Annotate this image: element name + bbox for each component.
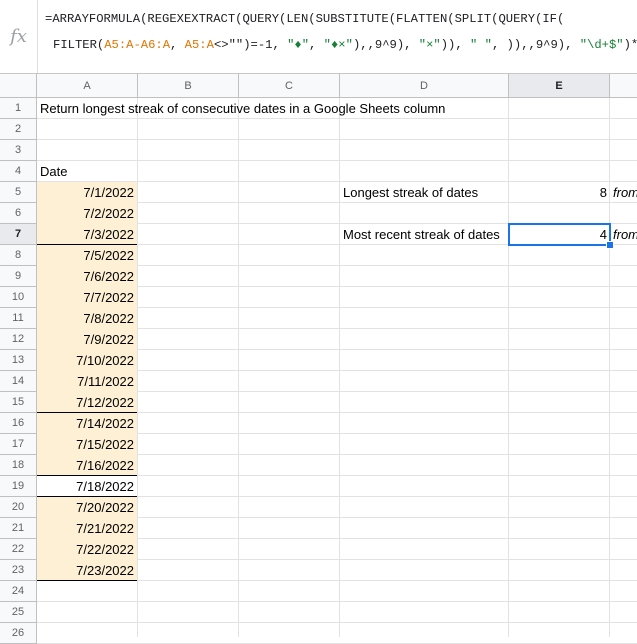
- cell-a4-date-header[interactable]: Date: [37, 161, 138, 182]
- grid-vline: [339, 98, 340, 637]
- cell-e7-recent-value[interactable]: 4: [509, 224, 610, 245]
- column-header-a[interactable]: A: [37, 74, 138, 98]
- row-header-22[interactable]: 22: [0, 539, 37, 560]
- row-header-21[interactable]: 21: [0, 518, 37, 539]
- column-header-f[interactable]: [610, 74, 637, 98]
- column-header-e[interactable]: E: [509, 74, 610, 98]
- row-header-24[interactable]: 24: [0, 581, 37, 602]
- column-header-c[interactable]: C: [239, 74, 340, 98]
- cell-d7-recent-label[interactable]: Most recent streak of dates: [340, 224, 503, 245]
- row-header-10[interactable]: 10: [0, 287, 37, 308]
- date-cell[interactable]: 7/9/2022: [37, 329, 137, 350]
- row-header-25[interactable]: 25: [0, 602, 37, 623]
- row-header-19[interactable]: 19: [0, 476, 37, 497]
- row-header-20[interactable]: 20: [0, 497, 37, 518]
- date-cell[interactable]: 7/16/2022: [37, 455, 137, 476]
- row-header-18[interactable]: 18: [0, 455, 37, 476]
- row-header-4[interactable]: 4: [0, 161, 37, 182]
- date-cell[interactable]: 7/12/2022: [37, 392, 137, 413]
- row-header-2[interactable]: 2: [0, 119, 37, 140]
- date-cell[interactable]: 7/1/2022: [37, 182, 137, 203]
- grid-vline: [609, 98, 610, 637]
- row-header-16[interactable]: 16: [0, 413, 37, 434]
- column-header-b[interactable]: B: [138, 74, 239, 98]
- grid-hline: [37, 139, 637, 140]
- date-cell[interactable]: 7/20/2022: [37, 497, 137, 518]
- date-cell[interactable]: 7/7/2022: [37, 287, 137, 308]
- formula-bar[interactable]: fx =ARRAYFORMULA(REGEXEXTRACT(QUERY(LEN(…: [0, 0, 637, 74]
- row-header-23[interactable]: 23: [0, 560, 37, 581]
- grid-vline: [508, 98, 509, 637]
- row-header-1[interactable]: 1: [0, 98, 37, 119]
- row-header-7[interactable]: 7: [0, 224, 37, 245]
- date-cell[interactable]: 7/18/2022: [37, 476, 137, 497]
- date-cell[interactable]: 7/10/2022: [37, 350, 137, 371]
- row-header-6[interactable]: 6: [0, 203, 37, 224]
- grid-vline: [238, 98, 239, 637]
- cell-e5-longest-value[interactable]: 8: [509, 182, 610, 203]
- date-cell[interactable]: 7/22/2022: [37, 539, 137, 560]
- date-cell[interactable]: 7/21/2022: [37, 518, 137, 539]
- formula-line-2: FILTER(A5:A-A6:A, A5:A<>"")=-1, "♦", "♦×…: [53, 38, 637, 52]
- row-header-8[interactable]: 8: [0, 245, 37, 266]
- row-header-12[interactable]: 12: [0, 329, 37, 350]
- row-header-9[interactable]: 9: [0, 266, 37, 287]
- fill-handle[interactable]: [606, 241, 614, 249]
- cell-a1-title[interactable]: Return longest streak of consecutive dat…: [37, 98, 448, 119]
- formula-line-1: =ARRAYFORMULA(REGEXEXTRACT(QUERY(LEN(SUB…: [45, 12, 565, 26]
- row-header-5[interactable]: 5: [0, 182, 37, 203]
- row-header-17[interactable]: 17: [0, 434, 37, 455]
- date-cell[interactable]: 7/23/2022: [37, 560, 137, 581]
- grid-hline: [37, 601, 637, 602]
- date-cell[interactable]: 7/14/2022: [37, 413, 137, 434]
- cell-f5-note[interactable]: from: [610, 182, 637, 203]
- date-cell[interactable]: 7/15/2022: [37, 434, 137, 455]
- grid-hline: [37, 622, 637, 623]
- row-header-11[interactable]: 11: [0, 308, 37, 329]
- cell-f7-note[interactable]: from: [610, 224, 637, 245]
- date-cell[interactable]: 7/3/2022: [37, 224, 137, 245]
- date-cell[interactable]: 7/8/2022: [37, 308, 137, 329]
- row-header-26[interactable]: 26: [0, 623, 37, 644]
- date-cell[interactable]: 7/5/2022: [37, 245, 137, 266]
- row-header-13[interactable]: 13: [0, 350, 37, 371]
- cell-d5-longest-label[interactable]: Longest streak of dates: [340, 182, 481, 203]
- date-cell[interactable]: 7/11/2022: [37, 371, 137, 392]
- cell-grid[interactable]: Return longest streak of consecutive dat…: [37, 98, 637, 644]
- formula-text[interactable]: =ARRAYFORMULA(REGEXEXTRACT(QUERY(LEN(SUB…: [45, 6, 637, 58]
- row-header-3[interactable]: 3: [0, 140, 37, 161]
- select-all-corner[interactable]: [0, 74, 37, 98]
- fx-icon: fx: [0, 0, 38, 73]
- row-header-15[interactable]: 15: [0, 392, 37, 413]
- date-cell[interactable]: 7/2/2022: [37, 203, 137, 224]
- date-cell[interactable]: 7/6/2022: [37, 266, 137, 287]
- column-header-d[interactable]: D: [340, 74, 509, 98]
- row-header-14[interactable]: 14: [0, 371, 37, 392]
